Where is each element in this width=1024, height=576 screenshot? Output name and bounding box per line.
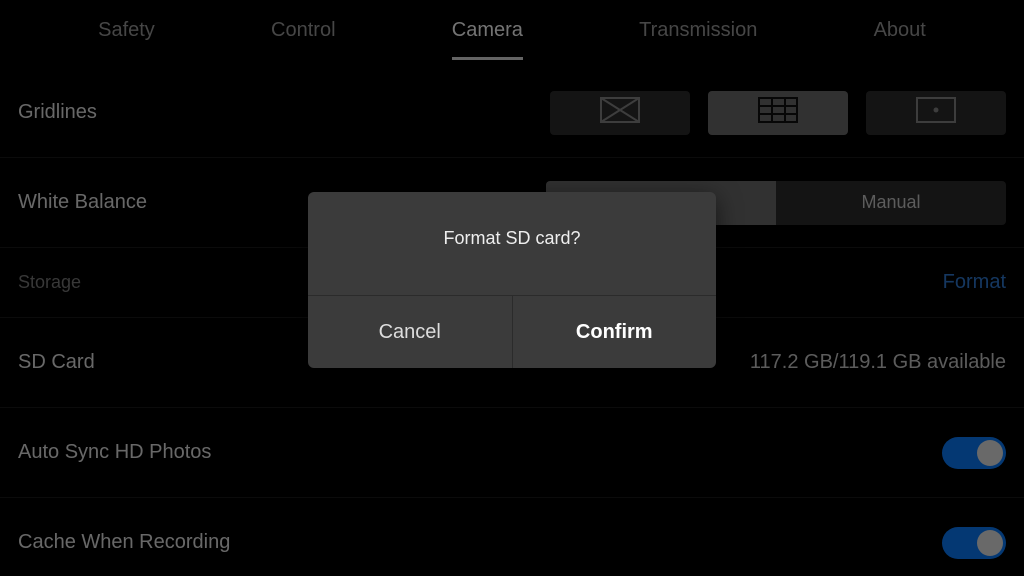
confirm-button[interactable]: Confirm [512,296,717,368]
modal-overlay: Format SD card? Cancel Confirm [0,0,1024,576]
format-sd-dialog: Format SD card? Cancel Confirm [308,192,716,368]
cancel-button[interactable]: Cancel [308,296,512,368]
dialog-message: Format SD card? [308,192,716,296]
dialog-actions: Cancel Confirm [308,296,716,368]
